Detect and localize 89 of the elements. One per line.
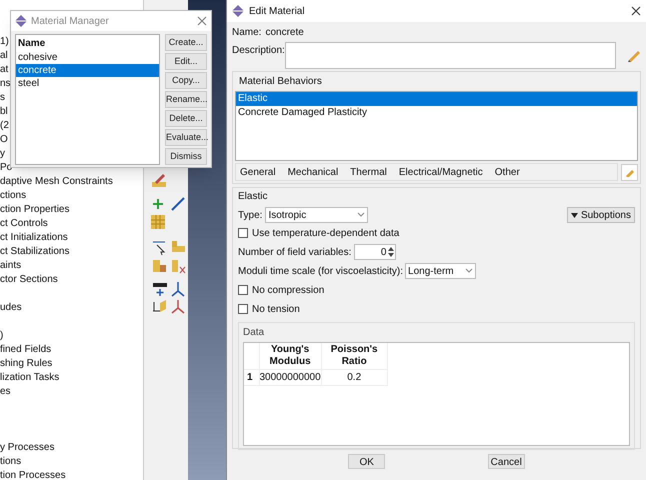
axes-icon[interactable] [171, 299, 185, 315]
tree-item[interactable]: (2 [0, 119, 9, 133]
description-field[interactable] [285, 42, 616, 69]
tree-item[interactable]: fined Fields [0, 343, 52, 357]
row-number: 1 [244, 369, 259, 385]
field-label: Number of field variables: [238, 246, 352, 260]
dialog-button[interactable]: Evaluate... [165, 129, 207, 146]
plane-icon[interactable] [152, 299, 168, 313]
list-item[interactable]: Concrete Damaged Plasticity [236, 106, 637, 120]
dialog-button[interactable]: Edit... [165, 53, 207, 70]
list-item[interactable]: cohesive [16, 51, 159, 64]
dialog-button[interactable]: Copy... [165, 72, 207, 89]
column-header: Poisson's Ratio [321, 343, 388, 369]
tree-item[interactable]: bl [0, 105, 8, 119]
group-title: Elastic [238, 190, 268, 204]
tree-item[interactable]: ctions [0, 189, 26, 203]
group-title: Material Behaviors [238, 75, 323, 89]
tree-item[interactable]: tions [0, 455, 22, 469]
tree-item[interactable]: at [0, 63, 8, 77]
list-item[interactable]: Elastic [236, 92, 637, 106]
tree-item[interactable]: ct Initializations [0, 231, 68, 245]
axes-icon[interactable] [171, 281, 185, 297]
checkbox-label: No tension [252, 302, 300, 316]
tree-item[interactable]: s [0, 91, 5, 105]
tree-item[interactable]: ctor Sections [0, 273, 58, 287]
tree-item[interactable]: shing Rules [0, 357, 52, 371]
close-icon[interactable] [631, 6, 641, 16]
block-icon[interactable] [170, 258, 186, 274]
tree-item[interactable]: ct Controls [0, 217, 48, 231]
description-label: Description: [232, 44, 282, 58]
tree-item[interactable]: aints [0, 259, 22, 273]
field-label: Moduli time scale (for viscoelasticity): [238, 264, 404, 278]
name-value: concrete [265, 26, 304, 40]
number-spinner[interactable]: 0 [354, 244, 396, 260]
chevron-down-icon [357, 212, 366, 218]
tree-item[interactable]: 1) [0, 35, 9, 49]
tree-item[interactable]: daptive Mesh Constraints [0, 175, 113, 189]
list-item[interactable]: steel [16, 77, 159, 90]
dialog-button[interactable]: Create... [165, 34, 207, 51]
window-title: Edit Material [249, 4, 305, 18]
tree-item[interactable]: y [0, 147, 5, 161]
dialog-button[interactable]: Dismiss [165, 148, 207, 165]
table-cell[interactable]: 0.2 [321, 369, 388, 385]
column-header: Name [17, 37, 46, 51]
dialog-button[interactable]: OK [348, 454, 386, 469]
dialog-button[interactable]: Cancel [488, 454, 525, 469]
tree-item[interactable]: ct Stabilizations [0, 245, 70, 259]
coordinate-point-icon[interactable] [152, 283, 168, 297]
menu-item[interactable]: Other [494, 164, 520, 180]
suboptions-button[interactable]: Suboptions [566, 207, 635, 223]
window-title: Material Manager [31, 14, 109, 28]
checkbox-label: No compression [252, 284, 324, 298]
plus-icon[interactable] [152, 198, 164, 210]
checkbox[interactable] [238, 285, 248, 295]
dialog-button[interactable]: Rename... [165, 91, 207, 108]
menu-item[interactable]: General [240, 164, 276, 180]
tree-item[interactable]: es [0, 385, 11, 399]
chevron-down-icon [465, 268, 474, 274]
column-header: Young's Modulus [259, 343, 322, 369]
app-icon [15, 15, 27, 27]
checkbox[interactable] [238, 228, 248, 238]
checkbox[interactable] [238, 304, 248, 314]
type-label: Type: [238, 208, 262, 222]
tree-item[interactable]: O [0, 133, 8, 147]
tree-item[interactable]: lization Tasks [0, 371, 60, 385]
group-title: Data [243, 326, 266, 340]
dropdown[interactable]: Long-term [405, 263, 476, 279]
name-label: Name: [232, 26, 262, 40]
tree-item[interactable]: y Processes [0, 441, 54, 455]
tree-item[interactable]: tion Processes [0, 469, 66, 480]
table-cell[interactable]: 30000000000 [259, 369, 322, 385]
dialog-button[interactable]: Delete... [165, 110, 207, 127]
checkbox-label: Use temperature-dependent data [252, 226, 400, 240]
pencil-icon[interactable] [151, 172, 167, 188]
app-icon [232, 5, 244, 17]
menu-item[interactable]: Mechanical [288, 164, 338, 180]
tree-item[interactable]: ) [0, 329, 4, 343]
pencil-icon [624, 167, 634, 177]
triangle-down-icon [570, 212, 578, 218]
tree-item[interactable]: ns [0, 77, 11, 91]
tree-item[interactable]: udes [0, 301, 22, 315]
tree-item[interactable]: al [0, 49, 8, 63]
spin-arrows-icon [388, 246, 394, 258]
type-dropdown[interactable]: Isotropic [265, 207, 368, 223]
menu-item[interactable]: Thermal [350, 164, 387, 180]
line-icon[interactable] [170, 196, 186, 212]
list-item[interactable]: concrete [16, 64, 159, 77]
menu-item[interactable]: Electrical/Magnetic [398, 164, 483, 180]
tree-item[interactable]: ction Properties [0, 203, 70, 217]
